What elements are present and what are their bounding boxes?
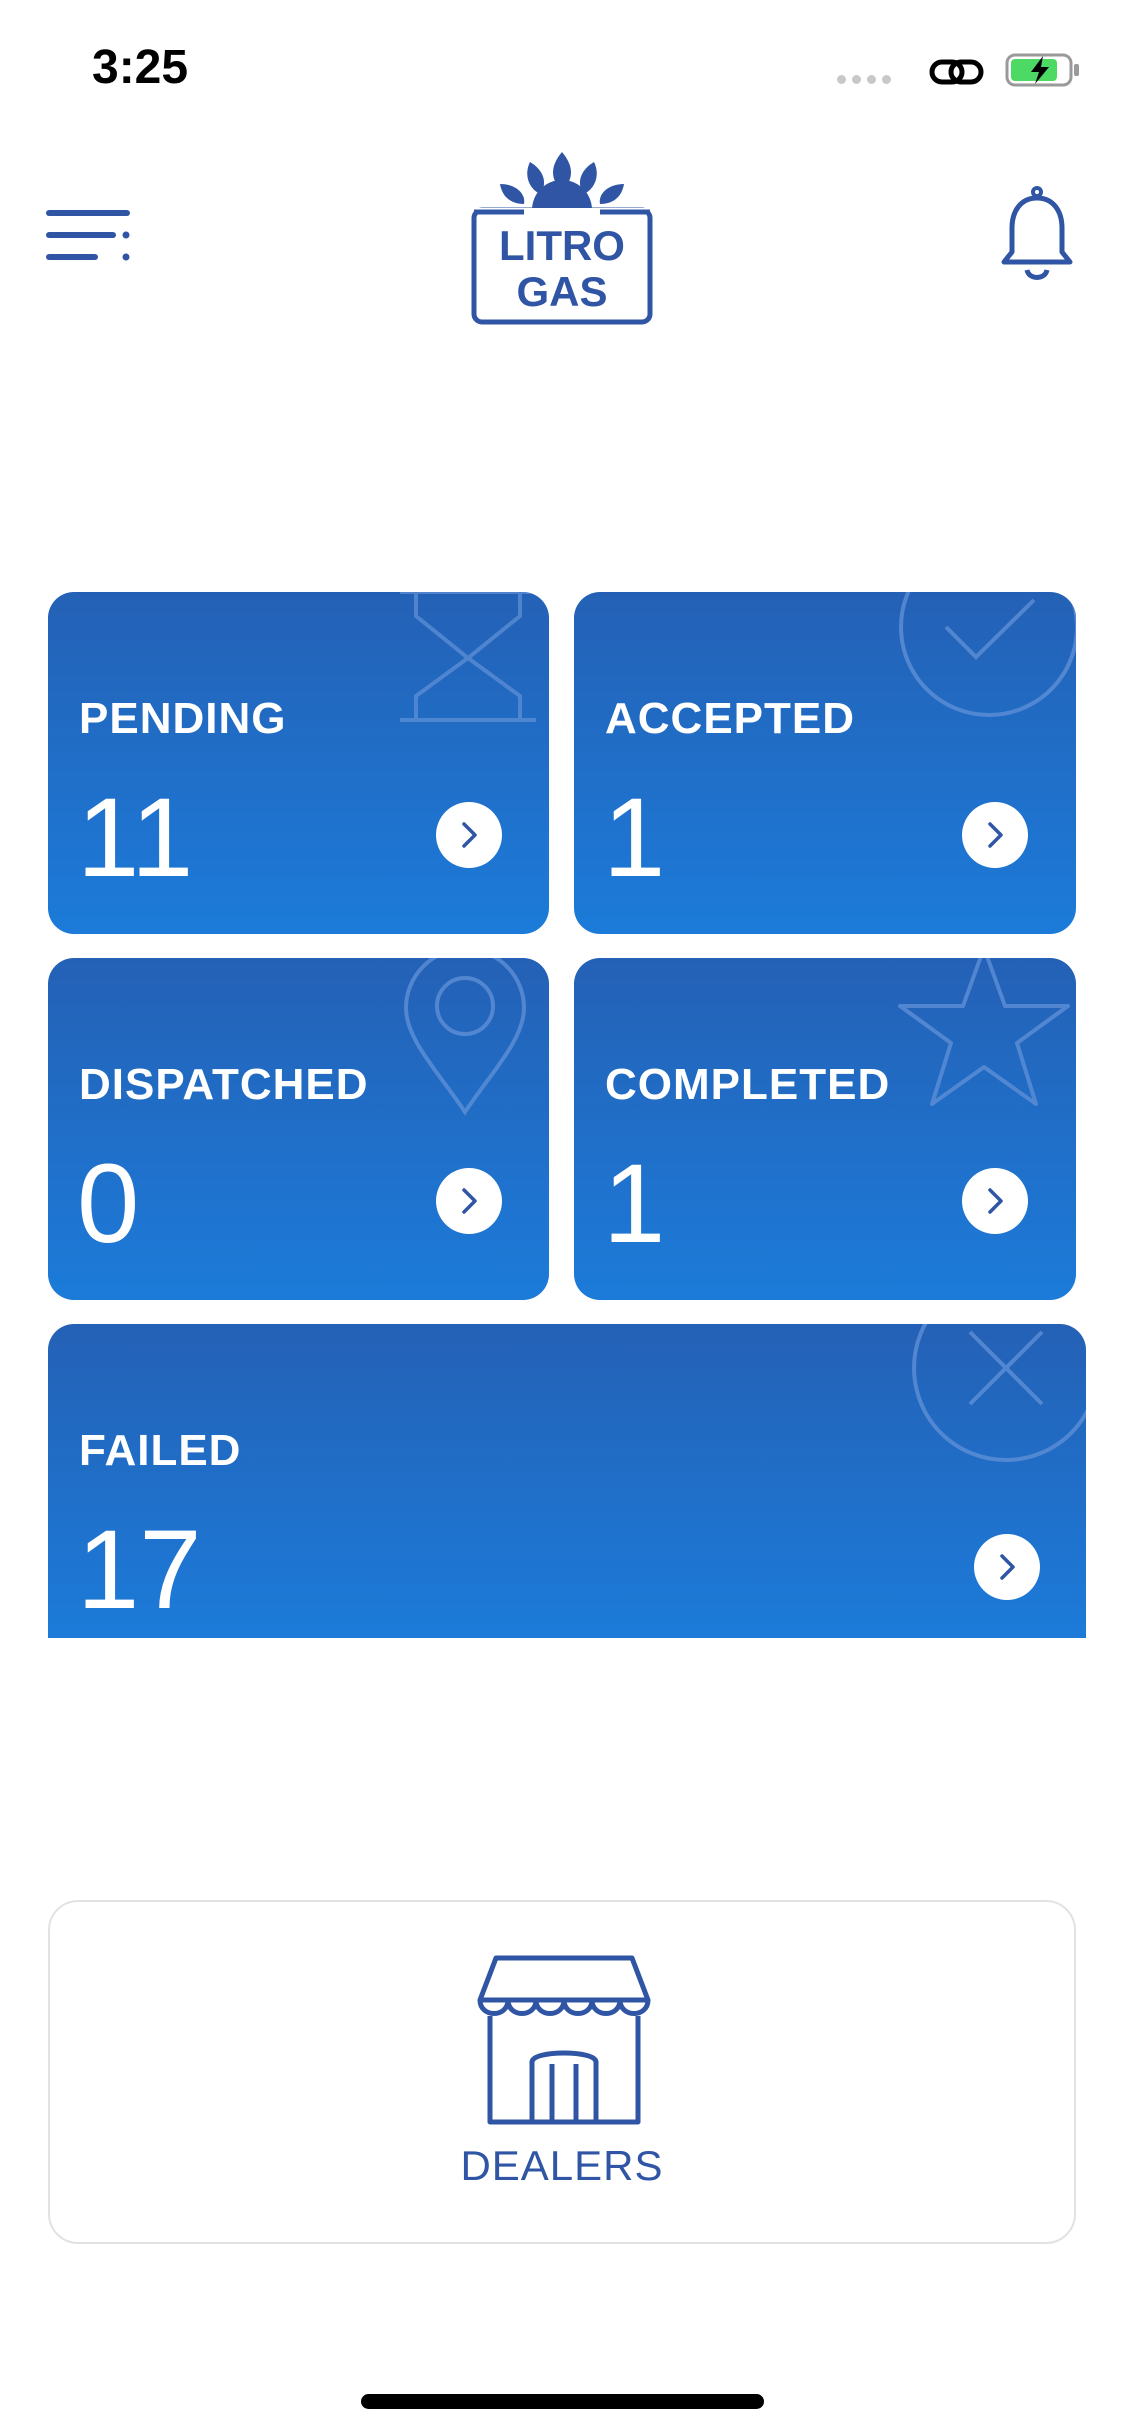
check-circle-icon xyxy=(899,592,1076,717)
link-icon xyxy=(929,59,984,85)
home-indicator[interactable] xyxy=(361,2394,764,2409)
accepted-arrow-button[interactable] xyxy=(962,802,1028,868)
map-pin-icon xyxy=(403,958,527,1116)
menu-icon[interactable] xyxy=(46,208,132,264)
dispatched-arrow-button[interactable] xyxy=(436,1168,502,1234)
completed-count: 1 xyxy=(603,1141,666,1266)
chevron-right-icon xyxy=(462,822,477,848)
failed-arrow-button[interactable] xyxy=(974,1534,1040,1600)
pending-label: PENDING xyxy=(79,694,287,743)
bell-icon[interactable] xyxy=(1000,186,1074,286)
pending-arrow-button[interactable] xyxy=(436,802,502,868)
hourglass-icon xyxy=(400,592,536,722)
star-icon xyxy=(898,958,1070,1106)
battery-icon xyxy=(1005,53,1079,87)
chevron-right-icon xyxy=(988,1188,1003,1214)
accepted-tile[interactable]: ACCEPTED 1 xyxy=(574,592,1076,934)
dealers-label: DEALERS xyxy=(460,2142,664,2189)
status-time: 3:25 xyxy=(92,41,189,94)
pending-count: 11 xyxy=(77,775,194,900)
failed-tile[interactable]: FAILED 17 xyxy=(48,1324,1086,1638)
chevron-right-icon xyxy=(988,822,1003,848)
accepted-label: ACCEPTED xyxy=(605,694,856,743)
chevron-right-icon xyxy=(1000,1554,1015,1580)
chevron-right-icon xyxy=(462,1188,477,1214)
pending-tile[interactable]: PENDING 11 xyxy=(48,592,549,934)
completed-tile[interactable]: COMPLETED 1 xyxy=(574,958,1076,1300)
failed-label: FAILED xyxy=(79,1426,242,1475)
dispatched-tile[interactable]: DISPATCHED 0 xyxy=(48,958,549,1300)
logo-text-line1: LITRO xyxy=(499,222,625,269)
store-icon xyxy=(477,1955,651,2125)
signal-icon xyxy=(837,75,891,84)
dispatched-count: 0 xyxy=(77,1141,140,1266)
dispatched-label: DISPATCHED xyxy=(79,1060,369,1109)
accepted-count: 1 xyxy=(603,775,666,900)
screen: 3:25 LITRO GAS PENDING 11 ACCEPTED 1 DIS… xyxy=(0,0,1125,2436)
litro-gas-logo: LITRO GAS xyxy=(470,148,654,331)
logo-text-line2: GAS xyxy=(516,268,607,315)
status-icons xyxy=(821,50,1081,90)
failed-count: 17 xyxy=(77,1507,202,1632)
completed-arrow-button[interactable] xyxy=(962,1168,1028,1234)
completed-label: COMPLETED xyxy=(605,1060,891,1109)
dealers-button[interactable]: DEALERS xyxy=(48,1900,1076,2244)
x-circle-icon xyxy=(912,1324,1086,1462)
